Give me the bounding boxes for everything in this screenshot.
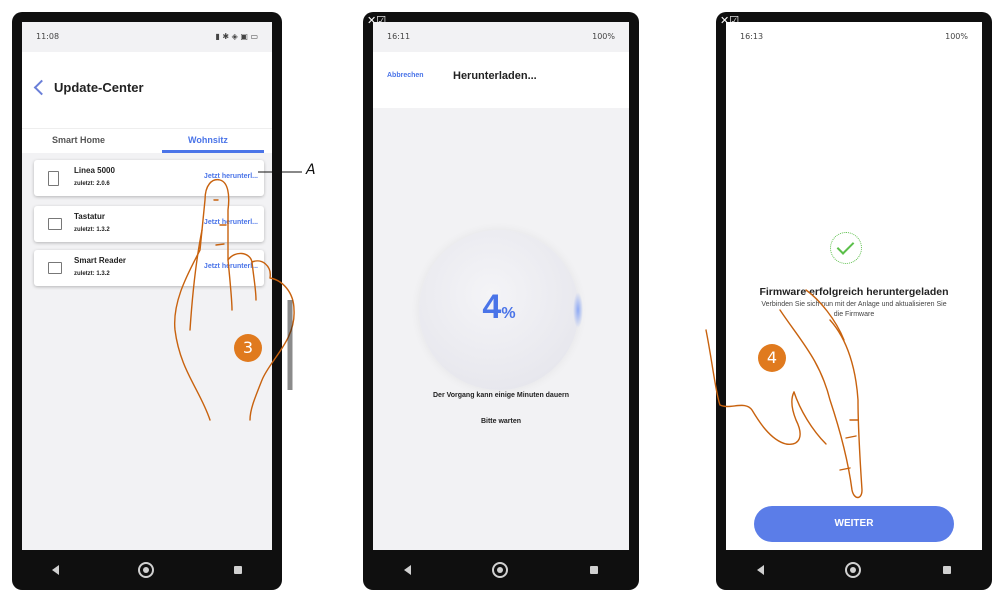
device-card-smart-reader: Smart Reader zuletzt: 1.3.2 Jetzt herunt… (34, 250, 264, 286)
check-mark (836, 237, 855, 255)
status-time: 16:11 (387, 32, 411, 41)
device-name: Smart Reader (74, 256, 127, 265)
nav-back-icon[interactable] (403, 565, 411, 575)
system-nav-bar (363, 550, 639, 590)
reader-icon (48, 262, 62, 274)
next-button[interactable]: WEITER (754, 506, 954, 542)
cancel-button[interactable]: Abbrechen (387, 72, 424, 79)
success-title: Firmware erfolgreich heruntergeladen (759, 286, 949, 298)
phone-download-complete: ✕☑ 16:13 100% Firmware erfolgreich herun… (716, 12, 992, 590)
status-battery: 100% (592, 32, 615, 41)
app-header: Update-Center (22, 52, 272, 128)
status-time: 11:08 (36, 32, 60, 41)
nav-back-icon[interactable] (756, 565, 764, 575)
page-title: Update-Center (54, 80, 144, 95)
active-tab-indicator (162, 150, 264, 153)
step-badge-4: 4 (758, 344, 786, 372)
device-name: Linea 5000 (74, 166, 115, 175)
tab-smart-home[interactable]: Smart Home (52, 135, 105, 145)
page-title: Herunterladen... (453, 70, 537, 82)
phone-downloading: ✕☑ 16:11 100% Abbrechen Herunterladen...… (363, 12, 639, 590)
device-card-tastatur: Tastatur zuletzt: 1.3.2 Jetzt herunterl.… (34, 206, 264, 242)
back-chevron-icon[interactable] (33, 79, 50, 96)
nav-recents-icon[interactable] (234, 566, 243, 574)
tab-wohnsitz[interactable]: Wohnsitz (188, 135, 228, 145)
download-link[interactable]: Jetzt herunterl... (204, 263, 258, 270)
nav-home-icon[interactable] (492, 562, 509, 578)
status-icons: ▮ ✱ ◈ ▣ ▭ (215, 32, 258, 41)
phone-update-center: 11:08 ▮ ✱ ◈ ▣ ▭ Update-Center Smart Home… (12, 12, 282, 590)
system-nav-bar (12, 550, 282, 590)
progress-percent: 4% (419, 288, 579, 327)
screen: 16:13 100% Firmware erfolgreich herunter… (726, 22, 982, 550)
nav-back-icon[interactable] (51, 565, 59, 575)
nav-home-icon[interactable] (138, 562, 155, 578)
progress-unit: % (501, 305, 516, 322)
info-duration: Der Vorgang kann einige Minuten dauern (433, 392, 569, 399)
step-badge-3: 3 (234, 334, 262, 362)
status-bar: 16:11 100% (373, 22, 629, 54)
device-version: zuletzt: 2.0.6 (74, 181, 110, 187)
tab-bar: Smart Home Wohnsitz (22, 128, 272, 153)
system-nav-bar (716, 550, 992, 590)
status-time: 16:13 (740, 32, 764, 41)
keypad-icon (48, 218, 62, 230)
nav-home-icon[interactable] (845, 562, 862, 578)
app-header: Abbrechen Herunterladen... (373, 52, 629, 108)
download-link[interactable]: Jetzt herunterl... (204, 173, 258, 180)
success-check-icon (830, 232, 862, 264)
nav-recents-icon[interactable] (943, 566, 952, 574)
progress-circle: 4% (419, 230, 583, 390)
device-name: Tastatur (74, 212, 105, 221)
progress-value: 4 (482, 288, 502, 326)
nav-recents-icon[interactable] (590, 566, 599, 574)
device-version: zuletzt: 1.3.2 (74, 227, 110, 233)
device-icon (48, 171, 59, 186)
status-battery: 100% (945, 32, 968, 41)
screen: 11:08 ▮ ✱ ◈ ▣ ▭ Update-Center Smart Home… (22, 22, 272, 550)
device-version: zuletzt: 1.3.2 (74, 271, 110, 277)
device-card-linea: Linea 5000 zuletzt: 2.0.6 Jetzt herunter… (34, 160, 264, 196)
status-bar: 11:08 ▮ ✱ ◈ ▣ ▭ (22, 22, 272, 54)
success-text: Verbinden Sie sich nun mit der Anlage un… (761, 301, 947, 318)
screen: 16:11 100% Abbrechen Herunterladen... 4%… (373, 22, 629, 550)
status-bar: 16:13 100% (726, 22, 982, 54)
info-wait: Bitte warten (480, 418, 522, 425)
download-link[interactable]: Jetzt herunterl... (204, 219, 258, 226)
callout-label-a: A (306, 162, 316, 178)
